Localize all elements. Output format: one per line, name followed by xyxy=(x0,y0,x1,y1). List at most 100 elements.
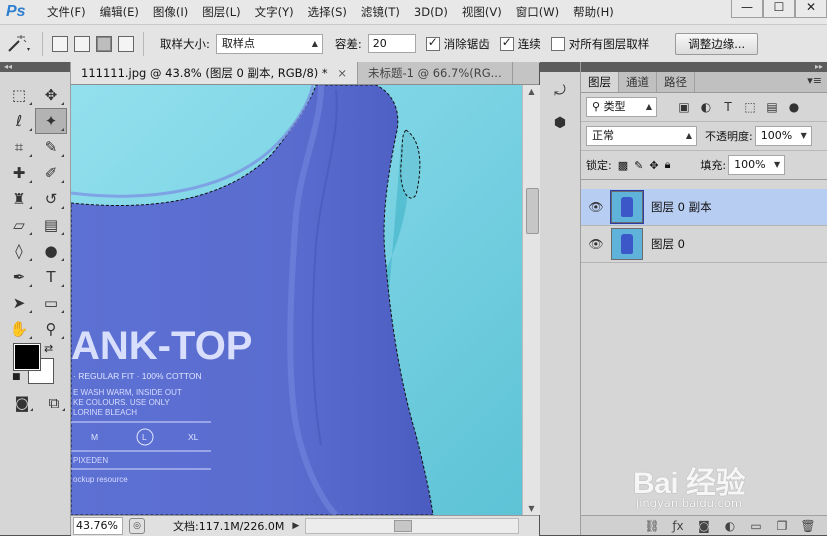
brush-tool-icon[interactable]: ✐ xyxy=(35,160,67,186)
tab-channels[interactable]: 通道 xyxy=(619,72,657,92)
foreground-color-swatch[interactable] xyxy=(13,343,41,371)
menu-layer[interactable]: 图层(L) xyxy=(195,0,247,24)
toolbox-collapse-bar[interactable]: ◂◂ xyxy=(0,62,70,72)
scroll-down-arrow-icon[interactable]: ▼ xyxy=(523,504,540,513)
vertical-scrollbar[interactable]: ▲ ▼ xyxy=(522,85,540,515)
tab-layers[interactable]: 图层 xyxy=(581,72,619,92)
new-group-icon[interactable]: ▭ xyxy=(743,519,769,533)
history-panel-icon[interactable]: ⤾ xyxy=(545,78,575,104)
blur-tool-icon[interactable]: ◊ xyxy=(3,238,35,264)
menu-select[interactable]: 选择(S) xyxy=(301,0,354,24)
menu-filter[interactable]: 滤镜(T) xyxy=(354,0,407,24)
layer-filter-select[interactable]: ⚲ 类型 ▲ xyxy=(586,97,657,117)
healing-brush-tool-icon[interactable]: ✚ xyxy=(3,160,35,186)
hand-tool-icon[interactable]: ✋ xyxy=(3,316,35,342)
shape-filter-icon[interactable]: ⬚ xyxy=(739,100,761,114)
dodge-tool-icon[interactable]: ● xyxy=(35,238,67,264)
visibility-eye-icon[interactable]: 👁︎ xyxy=(581,200,611,214)
zoom-level-input[interactable]: 43.76% xyxy=(73,517,123,535)
vertical-scroll-thumb[interactable] xyxy=(526,188,539,234)
refine-edge-button[interactable]: 调整边缘... xyxy=(675,32,759,55)
contiguous-option[interactable]: 连续 xyxy=(499,35,541,52)
clone-stamp-tool-icon[interactable]: ♜ xyxy=(3,186,35,212)
intersect-selection-icon[interactable] xyxy=(118,35,134,52)
contiguous-checkbox[interactable] xyxy=(499,35,514,51)
pen-tool-icon[interactable]: ✒ xyxy=(3,264,35,290)
eraser-tool-icon[interactable]: ▱ xyxy=(3,212,35,238)
menu-help[interactable]: 帮助(H) xyxy=(566,0,621,24)
link-layers-icon[interactable]: ⛓ xyxy=(639,519,665,533)
tab-paths[interactable]: 路径 xyxy=(657,72,695,92)
swap-colors-icon[interactable]: ⇄ xyxy=(44,342,53,355)
lock-position-icon[interactable]: ✥ xyxy=(649,159,658,172)
document-tab-inactive[interactable]: 未标题-1 @ 66.7%(RG... xyxy=(358,62,513,84)
status-info-icon[interactable]: ◎ xyxy=(129,518,145,534)
tool-preset-picker[interactable] xyxy=(0,31,36,57)
toolbox-grip[interactable] xyxy=(0,72,70,82)
gradient-tool-icon[interactable]: ▤ xyxy=(35,212,67,238)
antialias-checkbox[interactable] xyxy=(425,35,440,51)
add-to-selection-icon[interactable] xyxy=(74,35,90,52)
type-tool-icon[interactable]: T xyxy=(35,264,67,290)
close-tab-icon[interactable]: × xyxy=(337,66,347,80)
type-filter-icon[interactable]: T xyxy=(717,100,739,114)
filter-toggle-icon[interactable]: ● xyxy=(783,100,805,114)
menu-type[interactable]: 文字(Y) xyxy=(248,0,301,24)
visibility-eye-icon[interactable]: 👁︎ xyxy=(581,237,611,251)
quick-mask-icon[interactable]: ◙ xyxy=(8,392,36,414)
sample-all-layers-option[interactable]: 对所有图层取样 xyxy=(550,36,649,52)
sample-all-layers-checkbox[interactable] xyxy=(550,36,565,51)
move-tool-icon[interactable]: ✥ xyxy=(35,82,67,108)
eyedropper-tool-icon[interactable]: ✎ xyxy=(35,134,67,160)
minimize-button[interactable]: — xyxy=(731,0,763,18)
default-colors-icon[interactable]: ■ xyxy=(12,372,21,382)
new-layer-icon[interactable]: ❐ xyxy=(769,519,795,533)
menu-edit[interactable]: 编辑(E) xyxy=(93,0,146,24)
subtract-from-selection-icon[interactable] xyxy=(96,35,112,52)
new-adjustment-icon[interactable]: ◐ xyxy=(717,519,743,533)
opacity-input[interactable]: 100% ▼ xyxy=(754,126,812,146)
menu-image[interactable]: 图像(I) xyxy=(146,0,195,24)
tolerance-input[interactable]: 20 xyxy=(367,34,416,53)
add-mask-icon[interactable]: ◙ xyxy=(691,519,717,533)
screen-mode-icon[interactable]: ⧉ xyxy=(40,392,68,414)
antialias-option[interactable]: 消除锯齿 xyxy=(425,35,490,52)
menu-3d[interactable]: 3D(D) xyxy=(407,0,455,24)
scroll-up-arrow-icon[interactable]: ▲ xyxy=(523,87,540,96)
delete-layer-icon[interactable]: 🗑︎ xyxy=(795,519,821,533)
document-tab-active[interactable]: 111111.jpg @ 43.8% (图层 0 副本, RGB/8) * × xyxy=(71,62,358,84)
document-canvas[interactable]: ANK-TOP · REGULAR FIT · 100% COTTON E WA… xyxy=(71,85,522,515)
panel-menu-icon[interactable]: ▾≡ xyxy=(807,74,822,87)
new-selection-icon[interactable] xyxy=(52,35,68,52)
path-selection-tool-icon[interactable]: ➤ xyxy=(3,290,35,316)
layer-style-icon[interactable]: ƒx xyxy=(665,519,691,533)
sample-size-select[interactable]: 取样点 ▲ xyxy=(215,33,323,54)
lock-all-icon[interactable]: 🔒︎ xyxy=(665,158,671,172)
layer-row[interactable]: 👁︎ 图层 0 xyxy=(581,226,827,263)
dock-collapse-bar[interactable] xyxy=(540,62,580,72)
lasso-tool-icon[interactable]: ℓ xyxy=(3,108,35,134)
lock-pixels-icon[interactable]: ✎ xyxy=(634,159,643,172)
smart-object-filter-icon[interactable]: ▤ xyxy=(761,100,783,114)
blend-mode-select[interactable]: 正常 ▲ xyxy=(586,126,697,146)
close-button[interactable]: ✕ xyxy=(795,0,827,18)
marquee-tool-icon[interactable]: ⬚ xyxy=(3,82,35,108)
shape-tool-icon[interactable]: ▭ xyxy=(35,290,67,316)
crop-tool-icon[interactable]: ⌗ xyxy=(3,134,35,160)
adjustment-filter-icon[interactable]: ◐ xyxy=(695,100,717,114)
3d-panel-icon[interactable]: ⬢ xyxy=(545,110,575,136)
menu-view[interactable]: 视图(V) xyxy=(455,0,509,24)
horizontal-scroll-thumb[interactable] xyxy=(394,520,413,532)
horizontal-scrollbar[interactable] xyxy=(305,518,520,534)
zoom-tool-icon[interactable]: ⚲ xyxy=(35,316,67,342)
status-menu-arrow-icon[interactable]: ▶ xyxy=(292,521,299,531)
maximize-button[interactable]: ☐ xyxy=(763,0,795,18)
menu-window[interactable]: 窗口(W) xyxy=(509,0,566,24)
layer-row[interactable]: 👁︎ 图层 0 副本 xyxy=(581,189,827,226)
fill-input[interactable]: 100% ▼ xyxy=(728,155,786,175)
magic-wand-tool-icon[interactable]: ✦ xyxy=(35,108,67,134)
history-brush-tool-icon[interactable]: ↺ xyxy=(35,186,67,212)
pixel-filter-icon[interactable]: ▣ xyxy=(673,100,695,114)
lock-transparent-icon[interactable]: ▩ xyxy=(618,159,628,172)
layers-collapse-bar[interactable]: ▸▸ xyxy=(581,62,827,72)
